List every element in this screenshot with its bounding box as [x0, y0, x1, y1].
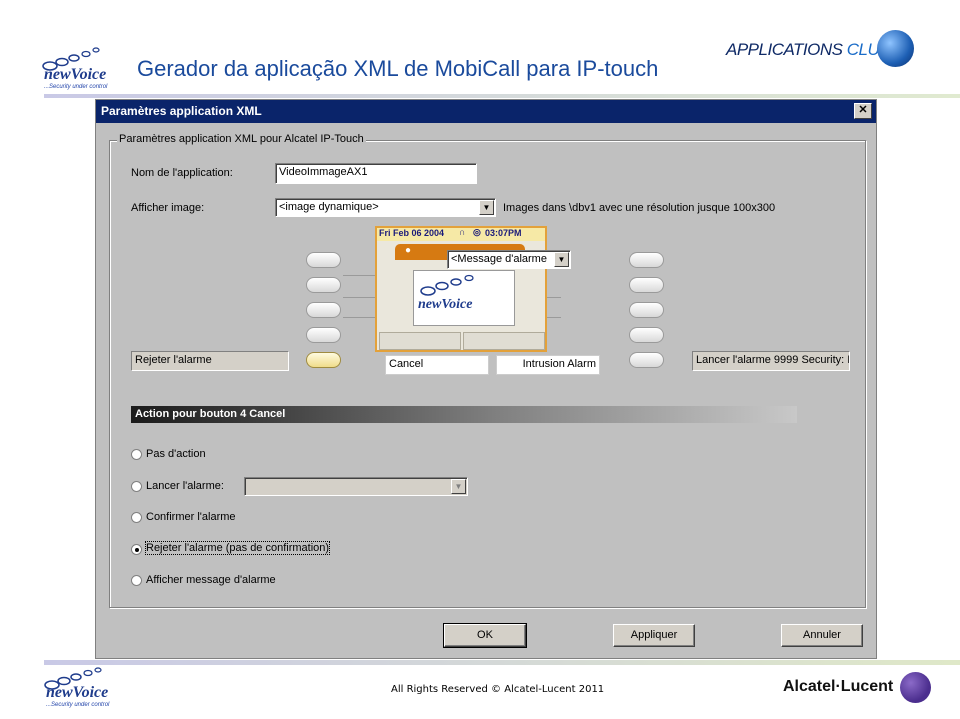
right-key-1[interactable]	[629, 252, 664, 268]
left-key-4[interactable]	[306, 327, 341, 343]
left-key-5-selected[interactable]	[306, 352, 341, 368]
brand-word: newVoice	[44, 66, 107, 83]
close-icon[interactable]: ✕	[854, 103, 872, 119]
launch-alarm-select: ▼	[244, 477, 468, 496]
image-select[interactable]: <image dynamique> ▼	[275, 198, 496, 217]
radio-reject-alarm-label[interactable]: Rejeter l'alarme (pas de confirmation)	[144, 541, 331, 555]
phone-time: 03:07PM	[485, 228, 522, 238]
radio-show-message[interactable]	[131, 575, 142, 586]
chevron-down-icon: ▼	[451, 479, 466, 494]
left-key-1[interactable]	[306, 252, 341, 268]
radio-confirm-alarm[interactable]	[131, 512, 142, 523]
footer-rule	[44, 660, 960, 665]
chevron-down-icon[interactable]: ▼	[554, 252, 569, 267]
phone-softkey-right[interactable]	[463, 332, 545, 350]
dialog-titlebar: Paramètres application XML	[96, 100, 876, 123]
image-hint: Images dans \dbv1 avec une résolution ju…	[503, 202, 776, 214]
softkey-intrusion-field[interactable]: Intrusion Alarm	[496, 355, 600, 375]
right-key-5[interactable]	[629, 352, 664, 368]
radio-reject-alarm[interactable]	[131, 544, 142, 555]
phone-brand-word: newVoice	[418, 297, 473, 312]
connector-line	[343, 297, 375, 298]
right-key-4[interactable]	[629, 327, 664, 343]
left-key-field[interactable]: Rejeter l'alarme	[131, 351, 289, 371]
slide-title: Gerador da aplicação XML de MobiCall par…	[137, 56, 659, 81]
right-key-2[interactable]	[629, 277, 664, 293]
left-key-2[interactable]	[306, 277, 341, 293]
apply-button[interactable]: Appliquer	[613, 624, 695, 647]
radio-show-message-label[interactable]: Afficher message d'alarme	[146, 574, 276, 586]
radio-launch-alarm-label[interactable]: Lancer l'alarme:	[146, 480, 224, 492]
phone-softkey-left[interactable]	[379, 332, 461, 350]
connector-line	[547, 297, 561, 298]
ok-button[interactable]: OK	[443, 623, 527, 648]
applications-club-logo: APPLICATIONS CLUB	[726, 40, 891, 60]
phone-status-bar: Fri Feb 06 2004 ∩ ◎ 03:07PM	[377, 227, 545, 241]
brand-tagline: ...Security under control	[44, 84, 108, 90]
action-header: Action pour bouton 4 Cancel	[131, 406, 797, 423]
cancel-button[interactable]: Annuler	[781, 624, 863, 647]
alcatel-lucent-logo-icon	[900, 672, 931, 703]
right-key-3[interactable]	[629, 302, 664, 318]
bubbles-icon	[420, 274, 474, 296]
newvoice-logo-bottom: newVoice ...Security under control	[42, 666, 124, 714]
group-label: Paramètres application XML pour Alcatel …	[117, 133, 366, 145]
header-rule	[44, 94, 960, 98]
chevron-down-icon[interactable]: ▼	[479, 200, 494, 215]
alcatel-lucent-wordmark: Alcatel·Lucent	[783, 678, 894, 695]
app-name-label: Nom de l'application:	[131, 167, 233, 179]
connector-line	[547, 317, 561, 318]
globe-icon	[877, 30, 914, 67]
left-key-3[interactable]	[306, 302, 341, 318]
softkey-cancel-field[interactable]: Cancel	[385, 355, 489, 375]
user-icon: ●	[405, 245, 412, 256]
radio-no-action[interactable]	[131, 449, 142, 460]
copyright-text: All Rights Reserved © Alcatel-Lucent 201…	[391, 684, 605, 695]
newvoice-logo-top: newVoice ...Security under control	[40, 44, 122, 94]
headset-icon: ∩	[459, 227, 466, 237]
radio-no-action-label[interactable]: Pas d'action	[146, 448, 206, 460]
radio-launch-alarm[interactable]	[131, 481, 142, 492]
right-key-field[interactable]: Lancer l'alarme 9999 Security: I	[692, 351, 850, 371]
image-select-value: <image dynamique>	[279, 201, 379, 213]
brand-tagline: ...Security under control	[46, 702, 110, 708]
apps-club-text: APPLICATIONS	[726, 40, 843, 59]
connector-line	[343, 317, 375, 318]
alarm-message-value: <Message d'alarme	[451, 253, 547, 265]
alarm-message-select[interactable]: <Message d'alarme ▼	[447, 250, 571, 269]
app-name-input[interactable]: VideoImmageAX1	[275, 163, 477, 184]
phone-newvoice-logo: newVoice	[413, 270, 515, 326]
phone-date: Fri Feb 06 2004	[379, 228, 445, 238]
brand-word: newVoice	[46, 684, 109, 701]
settings-icon: ◎	[473, 227, 481, 237]
radio-confirm-alarm-label[interactable]: Confirmer l'alarme	[146, 511, 236, 523]
image-label: Afficher image:	[131, 202, 205, 214]
ip-touch-phone-preview: Fri Feb 06 2004 ∩ ◎ 03:07PM ● newVoice	[375, 226, 547, 352]
dialog-title: Paramètres application XML	[101, 104, 262, 118]
connector-line	[343, 275, 375, 276]
